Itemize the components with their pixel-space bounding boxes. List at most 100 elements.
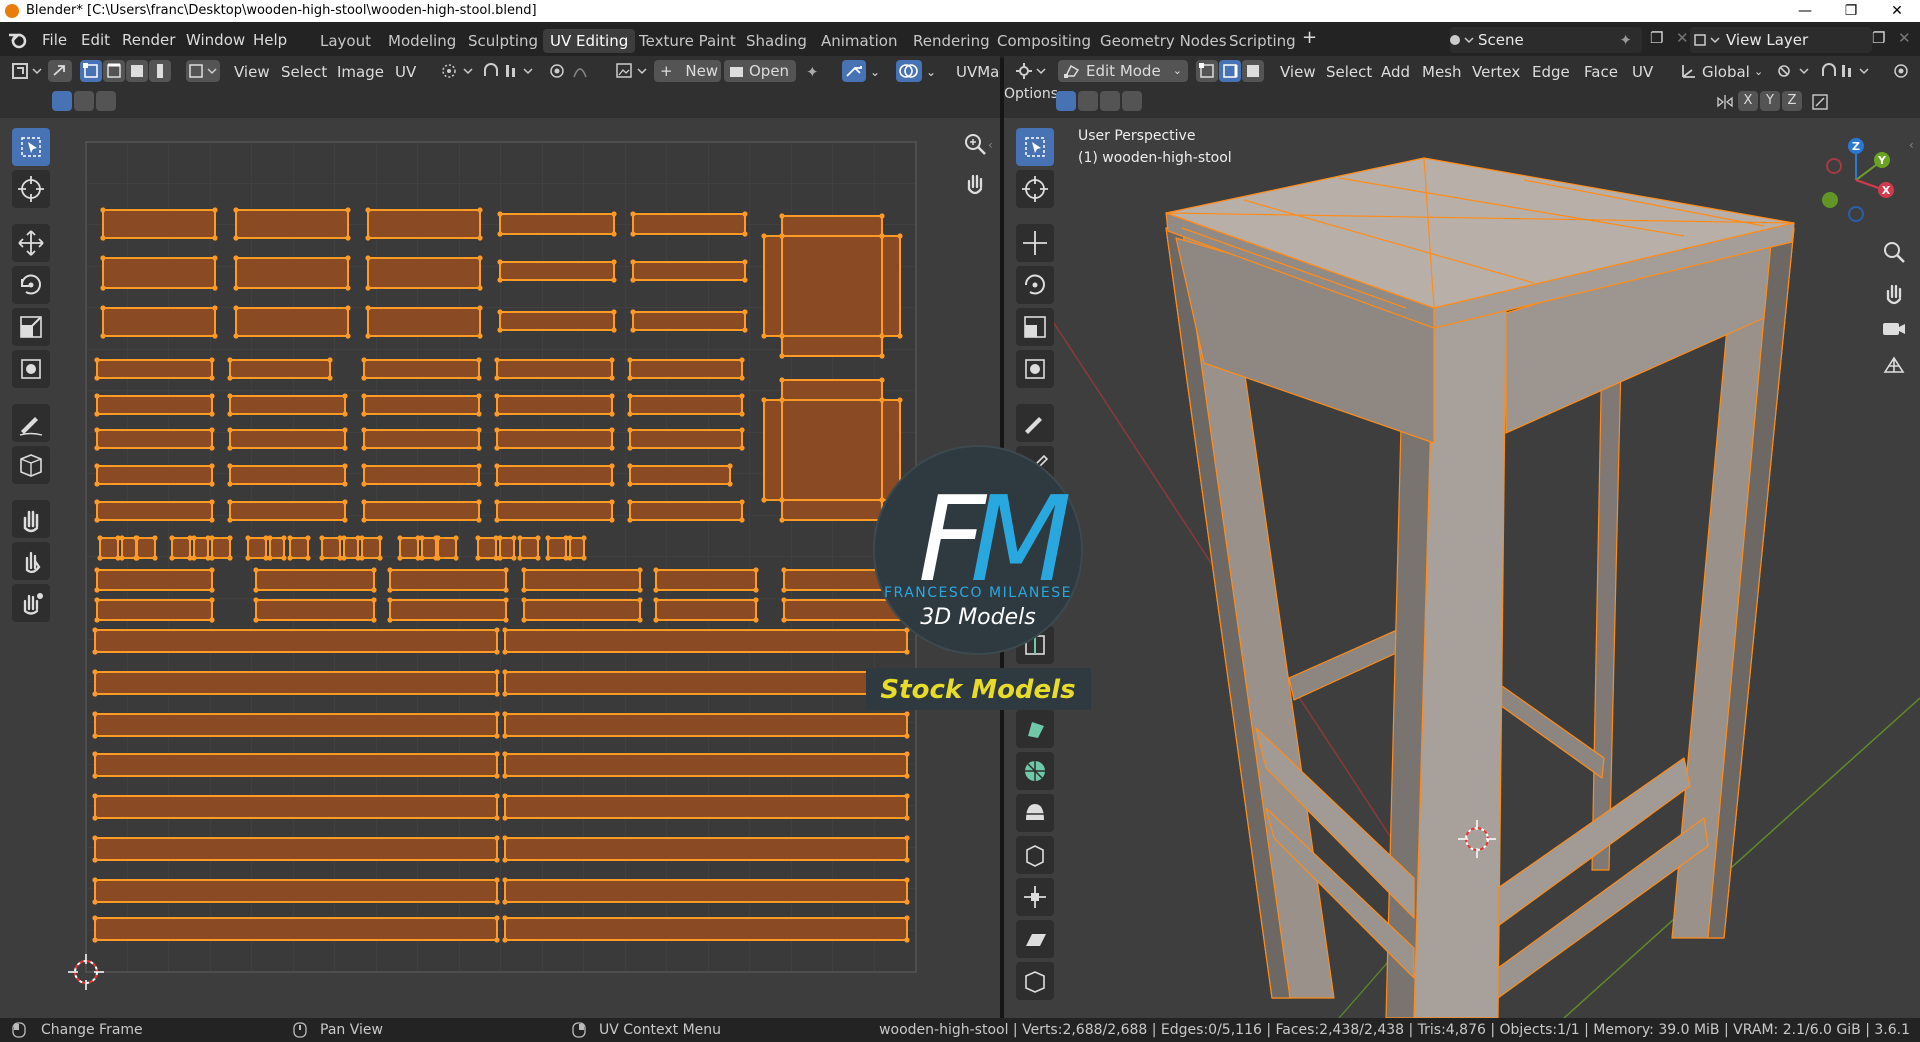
edge-select-button[interactable] — [103, 60, 125, 82]
sync-selection-button[interactable] — [48, 60, 72, 82]
vp-select-new-button[interactable] — [1056, 91, 1076, 111]
menu-render[interactable]: Render — [122, 30, 175, 50]
dropdown-icon[interactable]: ⌄ — [870, 62, 880, 82]
vp-tool-spin[interactable] — [1016, 752, 1054, 790]
navigation-gizmo[interactable]: Z Y X — [1804, 128, 1908, 232]
new-view-layer-icon[interactable]: ❐ — [1872, 28, 1885, 48]
pan-hand-icon[interactable] — [960, 168, 990, 198]
auto-merge-icon[interactable] — [1812, 94, 1828, 110]
pivot-point-icon[interactable] — [440, 62, 476, 80]
tool-rip[interactable] — [12, 446, 50, 484]
uv-menu-select[interactable]: Select — [281, 62, 327, 82]
tool-pinch[interactable] — [12, 584, 50, 622]
vp-menu-vertex[interactable]: Vertex — [1472, 62, 1520, 82]
menu-edit[interactable]: Edit — [81, 30, 110, 50]
uv-canvas[interactable]: ‹ — [0, 118, 1000, 1018]
vp-menu-face[interactable]: Face — [1584, 62, 1618, 82]
vp-tool-scale[interactable] — [1016, 308, 1054, 346]
tool-transform[interactable] — [12, 350, 50, 388]
vp-select-subtract-button[interactable] — [1100, 91, 1120, 111]
pin-image-icon[interactable]: ✦ — [806, 62, 819, 82]
scene-selector[interactable]: Scene ✦ — [1450, 27, 1642, 53]
tool-move[interactable] — [12, 224, 50, 262]
mirror-x-button[interactable]: X — [1738, 91, 1758, 111]
tool-select-box[interactable] — [12, 128, 50, 166]
vp-tool-smooth[interactable] — [1016, 794, 1054, 832]
vp-tool-shear[interactable] — [1016, 920, 1054, 958]
sidebar-toggle-icon[interactable]: ‹ — [988, 138, 993, 152]
vp-select-invert-button[interactable] — [1122, 91, 1142, 111]
vp-tool-rip[interactable] — [1016, 962, 1054, 1000]
tab-texture-paint[interactable]: Texture Paint — [632, 29, 743, 53]
vp-tool-rotate[interactable] — [1016, 266, 1054, 304]
vp-sidebar-toggle-icon[interactable]: ‹ — [1909, 138, 1914, 152]
tool-scale[interactable] — [12, 308, 50, 346]
vp-zoom-icon[interactable] — [1879, 238, 1909, 268]
tab-layout[interactable]: Layout — [313, 29, 378, 53]
ortho-grid-icon[interactable] — [1879, 350, 1909, 380]
mirror-y-button[interactable]: Y — [1760, 91, 1780, 111]
pin-icon[interactable]: ✦ — [1619, 27, 1632, 53]
select-new-button[interactable] — [52, 91, 72, 111]
vp-tool-cursor[interactable] — [1016, 170, 1054, 208]
sticky-selection-button[interactable] — [186, 60, 220, 82]
tool-relax[interactable] — [12, 542, 50, 580]
vp-select-extend-button[interactable] — [1078, 91, 1098, 111]
blender-menu-icon[interactable] — [8, 31, 28, 49]
tool-rotate[interactable] — [12, 266, 50, 304]
open-image-button[interactable]: Open — [724, 60, 796, 82]
menu-help[interactable]: Help — [253, 30, 287, 50]
proportional-edit-icon[interactable] — [548, 62, 598, 80]
island-select-button[interactable] — [149, 60, 171, 82]
tab-sculpting[interactable]: Sculpting — [461, 29, 545, 53]
vp-tool-select-box[interactable] — [1016, 128, 1054, 166]
vp-tool-poly-build[interactable] — [1016, 710, 1054, 748]
image-browse-icon[interactable] — [616, 62, 652, 80]
face-select-button[interactable] — [126, 60, 148, 82]
viewport-editor-type-icon[interactable] — [1016, 62, 1048, 80]
vp-tool-move[interactable] — [1016, 224, 1054, 262]
new-image-button[interactable]: + New — [654, 60, 721, 82]
delete-view-layer-icon[interactable]: ✕ — [1898, 28, 1911, 48]
mirror-z-button[interactable]: Z — [1782, 91, 1802, 111]
edge-mode-button[interactable] — [1219, 60, 1241, 82]
overlays-button[interactable] — [896, 60, 922, 82]
delete-scene-icon[interactable]: ✕ — [1676, 28, 1689, 48]
uv-menu-uv[interactable]: UV — [395, 62, 416, 82]
view-layer-selector[interactable]: View Layer — [1690, 27, 1872, 53]
select-extend-button[interactable] — [74, 91, 94, 111]
tab-uv-editing[interactable]: UV Editing — [543, 29, 636, 53]
close-icon[interactable]: ✕ — [1874, 0, 1920, 22]
pivot-icon[interactable] — [1776, 62, 1816, 80]
editor-type-icon[interactable] — [12, 62, 44, 80]
tab-modeling[interactable]: Modeling — [381, 29, 463, 53]
options-menu[interactable]: Options — [1004, 86, 1058, 102]
mode-selector[interactable]: Edit Mode ⌄ — [1058, 60, 1188, 82]
vp-menu-view[interactable]: View — [1280, 62, 1316, 82]
vp-menu-uv[interactable]: UV — [1632, 62, 1653, 82]
3d-viewport[interactable]: User Perspective (1) wooden-high-stool Z… — [1004, 118, 1920, 1018]
vp-tool-annotate[interactable] — [1016, 404, 1054, 442]
camera-icon[interactable] — [1879, 314, 1909, 344]
vertex-mode-button[interactable] — [1196, 60, 1218, 82]
tool-annotate[interactable] — [12, 404, 50, 442]
zoom-icon[interactable] — [960, 130, 990, 160]
vp-menu-edge[interactable]: Edge — [1532, 62, 1570, 82]
tab-compositing[interactable]: Compositing — [990, 29, 1098, 53]
vp-tool-edge-slide[interactable] — [1016, 836, 1054, 874]
uv-sync-button[interactable] — [842, 60, 866, 82]
face-mode-button[interactable] — [1242, 60, 1264, 82]
vp-pan-icon[interactable] — [1879, 278, 1909, 308]
tool-grab[interactable] — [12, 500, 50, 538]
select-subtract-button[interactable] — [96, 91, 116, 111]
minimize-icon[interactable]: — — [1782, 0, 1828, 22]
tab-shading[interactable]: Shading — [739, 29, 814, 53]
tab-geometry-nodes[interactable]: Geometry Nodes — [1093, 29, 1234, 53]
overlays-dropdown-icon[interactable]: ⌄ — [926, 62, 936, 82]
viewport-snap-icon[interactable] — [1820, 62, 1880, 80]
uvmap-selector[interactable]: UVMap — [956, 62, 1000, 82]
uv-menu-view[interactable]: View — [234, 62, 270, 82]
tab-rendering[interactable]: Rendering — [906, 29, 997, 53]
vertex-select-button[interactable] — [80, 60, 102, 82]
orientation-selector[interactable]: Global — [1702, 62, 1750, 82]
